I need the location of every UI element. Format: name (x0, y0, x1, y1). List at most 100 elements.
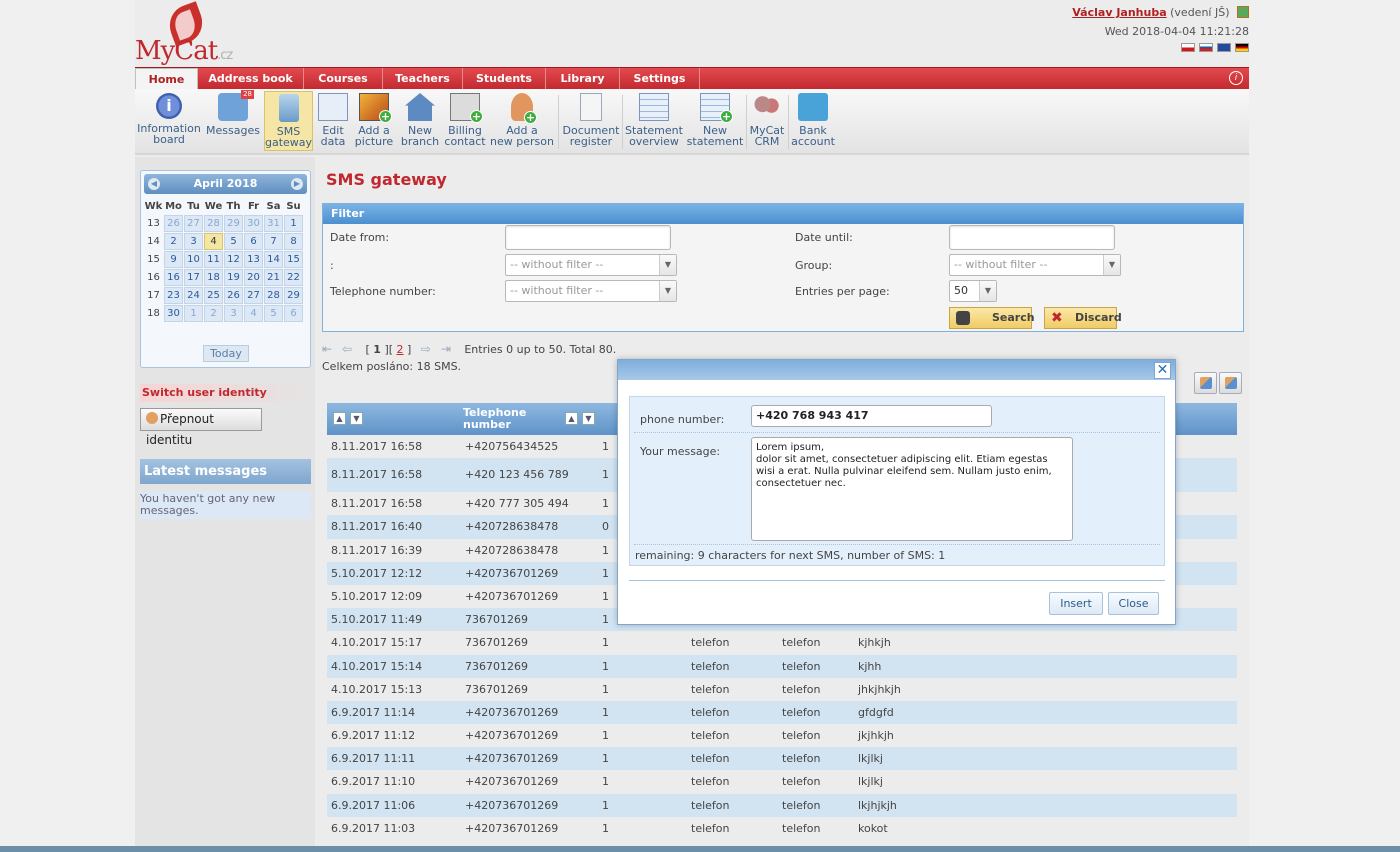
calendar-day[interactable]: 21 (264, 269, 283, 286)
calendar-day[interactable]: 29 (284, 287, 303, 304)
calendar-day[interactable]: 28 (204, 215, 223, 232)
tool-sms-gateway[interactable]: SMS gateway (264, 91, 313, 151)
calendar-day[interactable]: 7 (264, 233, 283, 250)
calendar-day[interactable]: 3 (184, 233, 203, 250)
calendar-day[interactable]: 9 (164, 251, 183, 268)
group-select[interactable]: -- without filter -- ▼ (949, 254, 1121, 276)
tool-add-picture[interactable]: + Add a picture (353, 91, 395, 151)
calendar-day[interactable]: 8 (284, 233, 303, 250)
calendar-day[interactable]: 1 (284, 215, 303, 232)
menu-courses[interactable]: Courses (304, 68, 383, 90)
table-row[interactable]: 6.9.2017 11:14 +420736701269 1 telefon telef… (327, 700, 1237, 725)
calendar-today-button[interactable]: Today (203, 345, 249, 362)
flag-gb-icon[interactable] (1217, 43, 1231, 52)
calendar-day[interactable]: 26 (164, 215, 183, 232)
calendar-day[interactable]: 25 (204, 287, 223, 304)
logout-icon[interactable] (1237, 6, 1249, 18)
menu-settings[interactable]: Settings (620, 68, 700, 90)
sort-desc-icon[interactable]: ▼ (582, 412, 595, 425)
calendar-day[interactable]: 5 (264, 305, 283, 322)
insert-button[interactable]: Insert (1049, 592, 1103, 615)
mycat-logo[interactable]: MyCat.cz (135, 1, 235, 66)
calendar-day[interactable]: 18 (204, 269, 223, 286)
switch-identity-button[interactable]: Přepnout identitu (140, 408, 262, 447)
entries-per-page-select[interactable]: 50 ▼ (949, 280, 997, 302)
menu-teachers[interactable]: Teachers (383, 68, 463, 90)
calendar-day[interactable]: 28 (264, 287, 283, 304)
calendar-day[interactable]: 13 (244, 251, 263, 268)
sort-asc-icon[interactable]: ▲ (565, 412, 578, 425)
table-row[interactable]: 4.10.2017 15:17 736701269 1 telefon telefon k… (327, 631, 1237, 654)
calendar-day[interactable]: 31 (264, 215, 283, 232)
calendar-day[interactable]: 23 (164, 287, 183, 304)
sort-desc-icon[interactable]: ▼ (350, 412, 363, 425)
calendar-day[interactable]: 11 (204, 251, 223, 268)
calendar-day[interactable]: 14 (264, 251, 283, 268)
table-row[interactable]: 4.10.2017 15:13 736701269 1 telefon telefon j… (327, 678, 1237, 701)
calendar-day[interactable]: 10 (184, 251, 203, 268)
calendar-day[interactable]: 3 (224, 305, 243, 322)
menu-address-book[interactable]: Address book (198, 68, 304, 90)
tool-bank-account[interactable]: Bank account (790, 91, 836, 151)
date-until-input[interactable] (949, 225, 1115, 250)
flag-de-icon[interactable] (1235, 43, 1249, 52)
export-all-icon[interactable] (1219, 372, 1242, 394)
menu-home[interactable]: Home (135, 68, 198, 90)
close-icon[interactable]: ✕ (1154, 362, 1171, 379)
telephone-select[interactable]: -- without filter -- ▼ (505, 280, 677, 302)
calendar-day[interactable]: 22 (284, 269, 303, 286)
unnamed-filter-select[interactable]: -- without filter -- ▼ (505, 254, 677, 276)
calendar-day[interactable]: 1 (184, 305, 203, 322)
calendar-day[interactable]: 6 (284, 305, 303, 322)
calendar-day[interactable]: 30 (244, 215, 263, 232)
table-row[interactable]: 6.9.2017 11:11 +420736701269 1 telefon telef… (327, 747, 1237, 771)
calendar-day[interactable]: 29 (224, 215, 243, 232)
tool-new-statement[interactable]: + New statement (686, 91, 744, 151)
sort-asc-icon[interactable]: ▲ (333, 412, 346, 425)
flag-sk-icon[interactable] (1199, 43, 1213, 52)
last-page-icon[interactable]: ⇥ (441, 341, 455, 356)
calendar-day[interactable]: 16 (164, 269, 183, 286)
table-row[interactable]: 6.9.2017 11:12 +420736701269 1 telefon telef… (327, 724, 1237, 747)
calendar-day[interactable]: 30 (164, 305, 183, 322)
user-name-link[interactable]: Václav Janhuba (1072, 6, 1166, 19)
help-info-icon[interactable]: i (1229, 71, 1243, 85)
tool-edit-data[interactable]: Edit data (317, 91, 349, 151)
calendar-day[interactable]: 4 (244, 305, 263, 322)
calendar-day[interactable]: 26 (224, 287, 243, 304)
table-row[interactable]: 6.9.2017 11:03 +420736701269 1 telefon telef… (327, 817, 1237, 840)
next-month-icon[interactable]: ▶ (291, 178, 303, 190)
next-page-icon[interactable]: ⇨ (421, 341, 435, 356)
calendar-day[interactable]: 27 (184, 215, 203, 232)
tool-messages[interactable]: Messages (205, 90, 261, 151)
calendar-day[interactable]: 6 (244, 233, 263, 250)
calendar-day[interactable]: 12 (224, 251, 243, 268)
tool-billing-contact[interactable]: + Billing contact (443, 91, 487, 151)
calendar-day[interactable]: 15 (284, 251, 303, 268)
calendar-day[interactable]: 27 (244, 287, 263, 304)
calendar-day[interactable]: 17 (184, 269, 203, 286)
phone-number-input[interactable]: +420 768 943 417 (751, 405, 992, 427)
table-row[interactable]: 6.9.2017 11:06 +420736701269 1 telefon telef… (327, 793, 1237, 817)
tool-statement-overview[interactable]: Statement overview (625, 91, 683, 151)
message-textarea[interactable]: Lorem ipsum, dolor sit amet, consectetue… (751, 437, 1073, 541)
date-from-input[interactable] (505, 225, 671, 250)
prev-month-icon[interactable]: ◀ (148, 178, 160, 190)
export-icon[interactable] (1194, 372, 1217, 394)
menu-library[interactable]: Library (546, 68, 620, 90)
calendar-day[interactable]: 24 (184, 287, 203, 304)
search-button[interactable]: Search (949, 307, 1035, 329)
calendar-day[interactable]: 2 (204, 305, 223, 322)
first-page-icon[interactable]: ⇤ (322, 341, 336, 356)
tool-new-branch[interactable]: New branch (399, 91, 441, 151)
calendar-day[interactable]: 20 (244, 269, 263, 286)
tool-information-board[interactable]: i Information board (137, 91, 201, 151)
menu-students[interactable]: Students (463, 68, 546, 90)
tool-document-register[interactable]: Document register (562, 91, 620, 151)
tool-add-new-person[interactable]: + Add a new person (490, 91, 554, 151)
calendar-day[interactable]: 19 (224, 269, 243, 286)
table-row[interactable]: 6.9.2017 11:10 +420736701269 1 telefon telef… (327, 770, 1237, 793)
tool-mycat-crm[interactable]: MyCat CRM (748, 91, 786, 151)
calendar-day[interactable]: 5 (224, 233, 243, 250)
calendar-day-today[interactable]: 4 (204, 233, 223, 250)
